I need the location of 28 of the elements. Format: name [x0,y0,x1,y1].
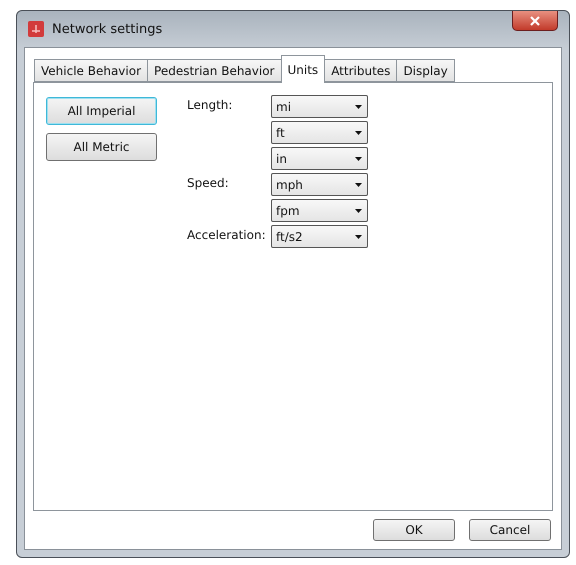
preset-button[interactable]: All Metric [46,133,157,161]
tab[interactable]: Attributes [324,59,398,82]
field-label: Speed: [187,175,230,190]
unit-dropdown[interactable]: mi [271,95,368,118]
unit-dropdown[interactable]: ft/s2 [271,225,368,248]
app-icon [28,21,44,37]
caret-icon [355,156,362,160]
window-title: Network settings [52,22,162,36]
field-label: Length: [187,97,234,112]
tab[interactable]: Units [280,55,326,83]
caret-icon [355,182,362,186]
close-icon [530,16,540,26]
caret-icon [355,130,362,134]
preset-button[interactable]: All Imperial [46,97,157,125]
tab[interactable]: Vehicle Behavior [34,59,148,82]
unit-dropdown[interactable]: mph [271,173,368,196]
caret-icon [355,234,362,238]
unit-dropdown[interactable]: in [271,147,368,170]
unit-dropdown[interactable]: ft [271,121,368,144]
caret-icon [355,104,362,108]
unit-dropdown[interactable]: fpm [271,199,368,222]
dialog-button[interactable]: Cancel [469,519,551,541]
caret-icon [355,208,362,212]
tab[interactable]: Display [396,59,455,82]
close-button[interactable] [512,11,558,31]
tab[interactable]: Pedestrian Behavior [147,59,282,82]
field-label: Acceleration: [187,227,267,242]
dialog-button[interactable]: OK [373,519,455,541]
